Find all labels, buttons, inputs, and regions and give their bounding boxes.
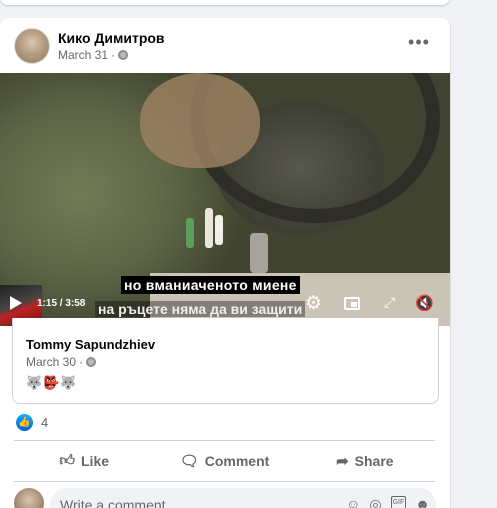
- shared-meta: March 30 ·: [26, 355, 97, 369]
- emoji-icon[interactable]: ☺: [346, 496, 360, 508]
- reaction-count: 4: [41, 415, 49, 430]
- post-action-bar: 👍︎ Like 🗨 Comment ➦ Share: [14, 444, 435, 478]
- divider: [14, 481, 435, 482]
- shared-author-name[interactable]: Tommy Sapundzhiev: [26, 337, 155, 352]
- video-frame-bottle: [215, 215, 223, 245]
- post-date[interactable]: March 31: [58, 48, 108, 62]
- video-frame-bottle: [205, 208, 213, 248]
- shared-post-attachment[interactable]: Tommy Sapundzhiev March 30 · 🐺👺🐺: [12, 318, 439, 404]
- more-options-button[interactable]: •••: [405, 30, 433, 58]
- divider: [14, 440, 435, 441]
- speech-bubble-icon: 🗨: [179, 453, 199, 470]
- shared-date[interactable]: March 30: [26, 355, 76, 369]
- camera-icon[interactable]: ◎: [369, 496, 381, 508]
- previous-post-card: [0, 0, 450, 5]
- settings-gear-icon[interactable]: ⚙: [305, 292, 322, 315]
- share-arrow-icon: ➦: [336, 453, 349, 470]
- post-card: Кико Димитров March 31 · ••• но вманиаче…: [0, 18, 450, 508]
- video-time: 1:15 / 3:58: [37, 298, 86, 309]
- post-header: Кико Димитров March 31 · •••: [0, 18, 450, 73]
- comment-placeholder: Write a comment...: [60, 497, 178, 508]
- shared-emoji-text: 🐺👺🐺: [26, 375, 78, 390]
- sticker-icon[interactable]: ☻: [415, 496, 430, 508]
- video-frame-bottle: [186, 218, 194, 248]
- video-frame-faucet: [250, 233, 268, 273]
- video-frame-person: [140, 73, 260, 168]
- comment-input[interactable]: Write a comment... ☺ ◎ GIF ☻: [50, 488, 436, 508]
- fullscreen-icon[interactable]: ⤢: [384, 294, 395, 311]
- author-avatar[interactable]: [14, 28, 50, 64]
- like-reaction-icon: 👍: [16, 414, 33, 431]
- comment-tools: ☺ ◎ GIF ☻: [346, 496, 430, 508]
- mute-icon[interactable]: 🔇: [415, 294, 434, 312]
- public-globe-icon: [86, 357, 97, 367]
- play-icon[interactable]: [10, 296, 22, 310]
- gif-icon[interactable]: GIF: [390, 496, 407, 508]
- subtitle-line-1: но вманиаченото миене: [121, 276, 300, 294]
- post-author-name[interactable]: Кико Димитров: [58, 30, 165, 46]
- share-label: Share: [354, 453, 394, 469]
- picture-in-picture-icon[interactable]: [344, 297, 360, 310]
- meta-separator: ·: [111, 48, 116, 62]
- share-button[interactable]: ➦ Share: [295, 444, 435, 478]
- public-globe-icon: [118, 50, 129, 60]
- comment-label: Comment: [204, 453, 270, 469]
- meta-separator: ·: [79, 355, 84, 369]
- like-label: Like: [81, 453, 110, 469]
- post-meta: March 31 ·: [58, 48, 129, 62]
- reaction-summary[interactable]: 👍 4: [16, 414, 48, 431]
- comment-button[interactable]: 🗨 Comment: [154, 444, 294, 478]
- subtitle-line-2: на ръцете няма да ви защити: [95, 301, 306, 317]
- like-button[interactable]: 👍︎ Like: [14, 444, 154, 478]
- video-player[interactable]: но вманиаченото миене на ръцете няма да …: [0, 73, 450, 326]
- user-avatar[interactable]: [14, 488, 44, 508]
- thumbs-up-icon: 👍︎: [59, 452, 75, 469]
